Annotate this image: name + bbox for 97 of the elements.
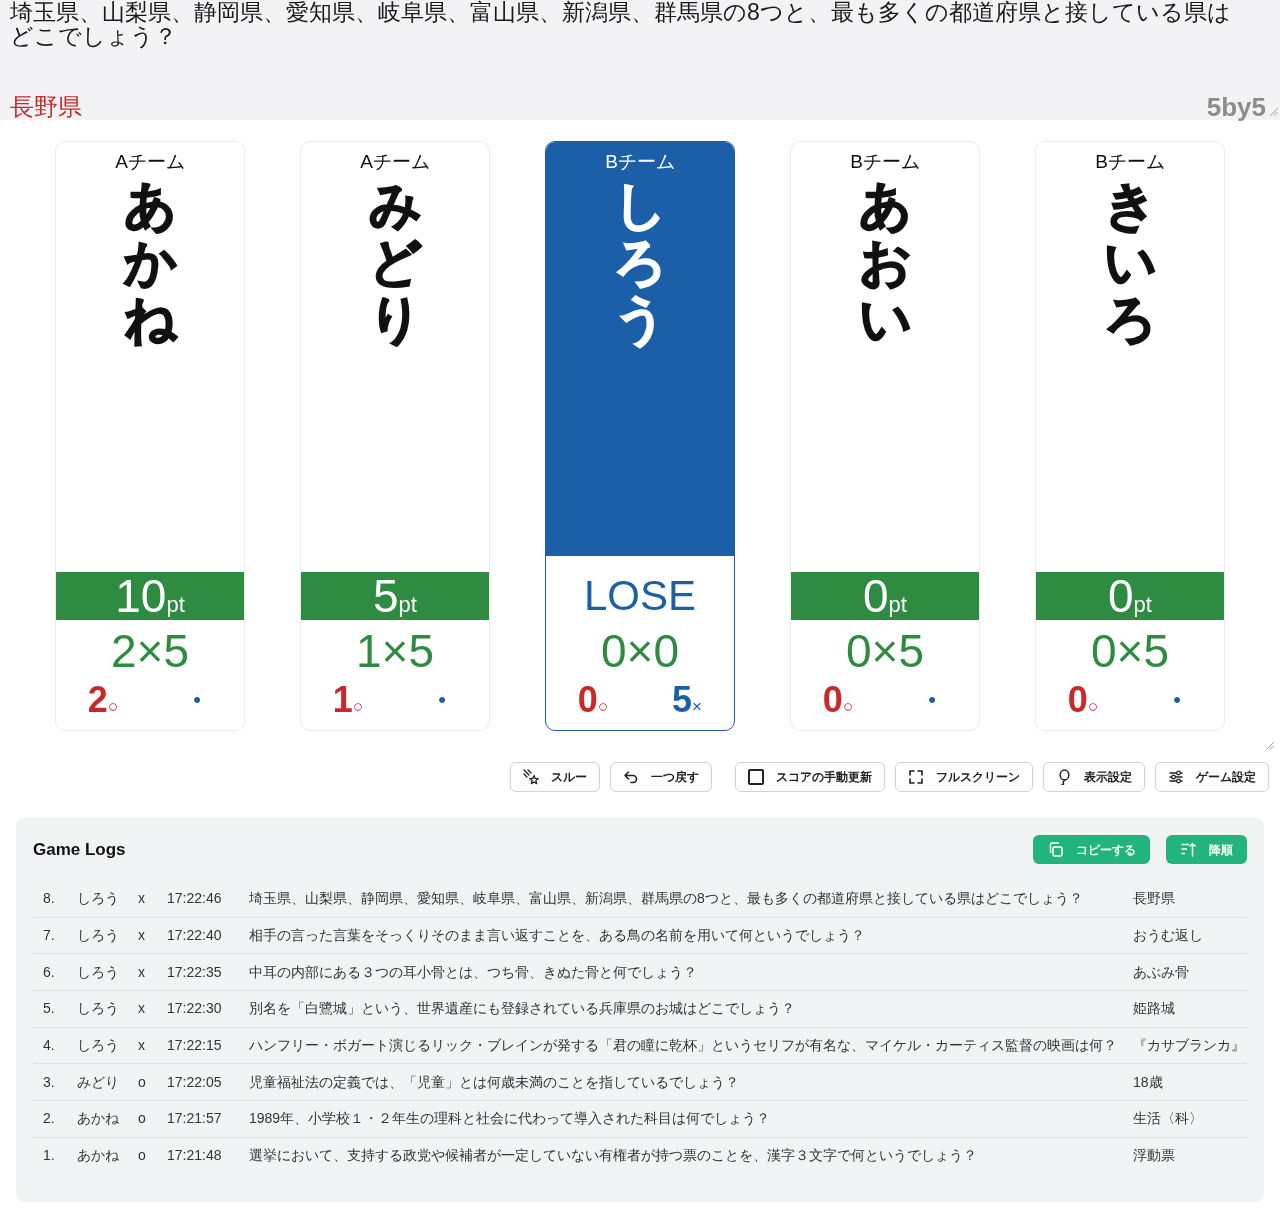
answer-text: あぶみ骨 (1132, 962, 1190, 982)
wrong-count: • (438, 686, 446, 714)
score-formula: 2×5 (111, 625, 189, 677)
points-display: 0pt (1036, 572, 1224, 620)
sliders-icon (1168, 769, 1184, 785)
log-number: 2. (42, 1109, 56, 1129)
result-mark: x (137, 1036, 146, 1056)
panel-title: Game Logs (33, 838, 126, 861)
player-name: しろう (76, 962, 120, 982)
question-text: 埼玉県、山梨県、静岡県、愛知県、岐阜県、富山県、新潟県、群馬県の8つと、最も多くの都道府県と接している県はどこでしょう？ (248, 888, 1084, 908)
answer-text: 浮動票 (1132, 1146, 1176, 1166)
team-label: Aチーム (360, 150, 430, 174)
team-label: Bチーム (605, 150, 675, 174)
score-formula: 0×0 (601, 625, 679, 677)
shooting-star-icon (523, 769, 539, 785)
wrong-count: • (928, 686, 936, 714)
points-display: 5pt (301, 572, 489, 620)
answer-text: 姫路城 (1132, 999, 1176, 1019)
player-name: しろう (76, 926, 120, 946)
fullscreen-icon (908, 769, 924, 785)
question-text: 中耳の内部にある３つの耳小骨とは、つち骨、きぬた骨と何でしょう？ (248, 962, 698, 982)
answer-text: 18歳 (1132, 1072, 1164, 1092)
checkbox[interactable] (748, 769, 764, 785)
skip-button[interactable]: スルー (510, 762, 600, 792)
correct-count: 2○ (87, 682, 119, 722)
log-number: 6. (42, 962, 56, 982)
display-settings-button[interactable]: 表示設定 (1043, 762, 1145, 792)
score-formula: 1×5 (356, 625, 434, 677)
question-text: ハンフリー・ボガート演じるリック・ブレインが発する「君の瞳に乾杯」というセリフが有名な、マイケル・カーティス監督の映画は何？ (248, 1036, 1118, 1056)
correct-count: 0○ (822, 682, 854, 722)
wrong-count: 5× (672, 682, 702, 722)
player-name: あおい (859, 177, 911, 349)
rule-label: 5by5 (1206, 94, 1266, 120)
score-formula: 0×5 (846, 625, 924, 677)
question-text: 相手の言った言葉をそっくりそのまま言い返すことを、ある鳥の名前を用いて何というでしょう？ (248, 926, 866, 946)
player-name: しろう (76, 999, 120, 1019)
correct-count: 0○ (1067, 682, 1099, 722)
undo-icon (623, 769, 639, 785)
result-mark: o (137, 1072, 147, 1092)
timestamp: 17:21:48 (166, 1146, 223, 1166)
question-text: 埼玉県、山梨県、静岡県、愛知県、岐阜県、富山県、新潟県、群馬県の8つと、最も多くの都道府県と接している県はどこでしょう？ (10, 0, 1232, 48)
question-text: 別名を「白鷺城」という、世界遺産にも登録されている兵庫県のお城はどこでしょう？ (248, 999, 796, 1019)
log-number: 4. (42, 1036, 56, 1056)
wrong-count: • (1173, 686, 1181, 714)
lose-label: LOSE (582, 572, 698, 620)
result-mark: x (137, 888, 146, 908)
team-label: Bチーム (850, 150, 920, 174)
answer-text: おうむ返し (1132, 926, 1204, 946)
timestamp: 17:22:30 (166, 999, 223, 1019)
points-display: 0pt (791, 572, 979, 620)
answer-text: 長野県 (1132, 888, 1176, 908)
result-mark: x (137, 999, 146, 1019)
correct-count: 0○ (577, 682, 609, 722)
timestamp: 17:22:15 (166, 1036, 223, 1056)
timestamp: 17:22:35 (166, 962, 223, 982)
player-name: しろう (614, 177, 666, 349)
result-mark: o (137, 1109, 147, 1129)
answer-text: 長野県 (10, 94, 82, 120)
player-name: みどり (76, 1072, 120, 1092)
manual-score-checkbox[interactable]: スコアの手動更新 (735, 762, 885, 792)
timestamp: 17:22:40 (166, 926, 223, 946)
player-name: みどり (369, 177, 421, 349)
timestamp: 17:22:46 (166, 888, 223, 908)
result-mark: x (137, 962, 146, 982)
player-name: あかね (124, 177, 176, 349)
answer-text: 生活〈科〉 (1132, 1109, 1204, 1129)
answer-text: 『カサブランカ』 (1132, 1036, 1246, 1056)
player-name: しろう (76, 1036, 120, 1056)
log-number: 7. (42, 926, 56, 946)
question-text: 児童福祉法の定義では、「児童」とは何歳未満のことを指しているでしょう？ (248, 1072, 740, 1092)
log-number: 8. (42, 888, 56, 908)
game-settings-button[interactable]: ゲーム設定 (1155, 762, 1269, 792)
resize-grip-icon[interactable] (1266, 742, 1274, 750)
score-formula: 0×5 (1091, 625, 1169, 677)
player-name: きいろ (1104, 177, 1156, 349)
sort-icon (1180, 841, 1197, 858)
team-label: Bチーム (1095, 150, 1165, 174)
player-name: あかね (76, 1146, 120, 1166)
undo-button[interactable]: 一つ戻す (610, 762, 712, 792)
copy-icon (1047, 841, 1064, 858)
question-text: 1989年、小学校１・２年生の理科と社会に代わって導入された科目は何でしょう？ (248, 1109, 772, 1129)
wrong-count: • (193, 686, 201, 714)
team-label: Aチーム (115, 150, 185, 174)
log-number: 3. (42, 1072, 56, 1092)
resize-grip-icon[interactable] (1270, 108, 1278, 116)
timestamp: 17:21:57 (166, 1109, 223, 1129)
question-text: 選挙において、支持する政党や候補者が一定していない有権者が持つ票のことを、漢字３文字で何というでしょう？ (248, 1146, 978, 1166)
fullscreen-button[interactable]: フルスクリーン (895, 762, 1033, 792)
points-display: 10pt (56, 572, 244, 620)
timestamp: 17:22:05 (166, 1072, 223, 1092)
player-name: しろう (76, 888, 120, 908)
correct-count: 1○ (332, 682, 364, 722)
player-name: あかね (76, 1109, 120, 1129)
result-mark: o (137, 1146, 147, 1166)
result-mark: x (137, 926, 146, 946)
log-number: 5. (42, 999, 56, 1019)
log-number: 1. (42, 1146, 56, 1166)
